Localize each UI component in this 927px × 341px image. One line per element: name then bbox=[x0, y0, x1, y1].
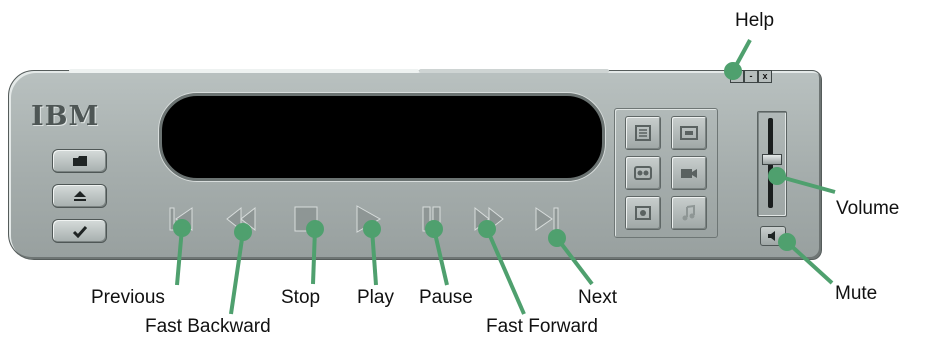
select-button[interactable] bbox=[52, 219, 107, 243]
mute-label: Mute bbox=[835, 283, 878, 304]
tape-button[interactable] bbox=[625, 156, 661, 190]
help-button[interactable]: ? bbox=[730, 70, 744, 83]
play-button[interactable] bbox=[347, 201, 387, 237]
fast-backward-button[interactable] bbox=[221, 201, 261, 237]
stop-label: Stop bbox=[281, 287, 321, 308]
tray-button[interactable] bbox=[671, 116, 707, 150]
speaker-settings-icon bbox=[635, 206, 651, 220]
function-panel bbox=[614, 108, 718, 238]
next-label: Next bbox=[578, 287, 618, 308]
open-button[interactable] bbox=[52, 149, 107, 173]
volume-slider[interactable] bbox=[757, 111, 787, 217]
title-bar-shade bbox=[419, 69, 609, 73]
music-button[interactable] bbox=[671, 196, 707, 230]
next-icon bbox=[535, 207, 559, 231]
fast-forward-label: Fast Forward bbox=[486, 316, 598, 337]
camera-button[interactable] bbox=[671, 156, 707, 190]
eject-icon bbox=[73, 191, 86, 201]
play-label: Play bbox=[357, 287, 394, 308]
camera-icon bbox=[681, 169, 697, 178]
fast-backward-label: Fast Backward bbox=[145, 316, 271, 337]
pause-label: Pause bbox=[419, 287, 473, 308]
settings-button[interactable] bbox=[625, 196, 661, 230]
previous-label: Previous bbox=[91, 287, 165, 308]
tape-icon bbox=[634, 166, 652, 180]
fast-forward-icon bbox=[474, 206, 504, 232]
volume-knob[interactable] bbox=[762, 154, 782, 165]
playlist-icon bbox=[635, 125, 651, 141]
help-label: Help bbox=[735, 10, 775, 31]
minimize-button[interactable]: - bbox=[744, 70, 758, 83]
eject-button[interactable] bbox=[52, 184, 107, 208]
fast-backward-icon bbox=[226, 206, 256, 232]
previous-icon bbox=[169, 207, 193, 231]
music-note-icon bbox=[682, 204, 695, 221]
pause-icon bbox=[422, 206, 441, 232]
display-screen bbox=[159, 93, 605, 181]
playlist-button[interactable] bbox=[625, 116, 661, 150]
close-button[interactable]: x bbox=[758, 70, 772, 83]
fast-forward-button[interactable] bbox=[469, 201, 509, 237]
media-player-window: ? - x IBM bbox=[8, 69, 822, 260]
title-bar-highlight bbox=[69, 69, 419, 73]
ibm-logo: IBM bbox=[31, 101, 100, 132]
stop-button[interactable] bbox=[286, 201, 326, 237]
tray-icon bbox=[680, 126, 698, 140]
play-icon bbox=[356, 205, 382, 233]
checkmark-icon bbox=[72, 225, 87, 238]
next-button[interactable] bbox=[527, 201, 567, 237]
speaker-icon bbox=[768, 231, 775, 241]
mute-button[interactable] bbox=[760, 226, 786, 246]
volume-label: Volume bbox=[836, 198, 900, 219]
previous-button[interactable] bbox=[161, 201, 201, 237]
stop-icon bbox=[294, 206, 318, 232]
pause-button[interactable] bbox=[412, 201, 452, 237]
folder-icon bbox=[72, 156, 87, 166]
